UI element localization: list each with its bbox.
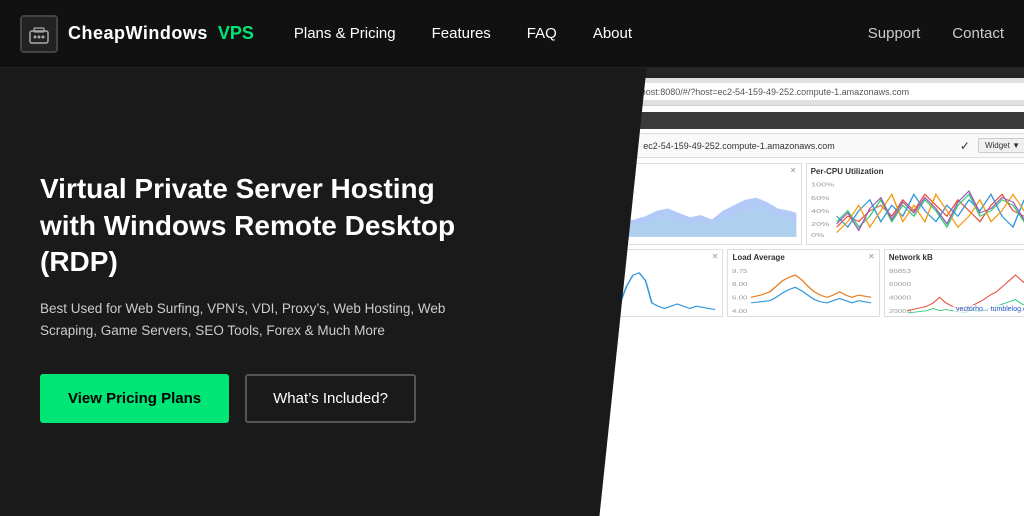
svg-text:80853: 80853 [889,269,911,275]
svg-text:6.00: 6.00 [732,295,748,301]
runnable-chart-close[interactable]: ✕ [712,252,719,261]
load-average-chart-title: Load Average [732,253,874,262]
svg-text:20000: 20000 [889,309,911,314]
logo[interactable]: CheapWindows VPS [20,15,254,53]
svg-text:4.00: 4.00 [732,309,748,314]
hero-section: Virtual Private Server Hostingwith Windo… [0,68,1024,516]
hero-content: Virtual Private Server Hostingwith Windo… [0,68,563,516]
svg-text:60000: 60000 [889,282,911,288]
nav-link-support[interactable]: Support [868,25,921,42]
logo-icon [20,15,58,53]
per-cpu-chart-title: Per-CPU Utilization [811,167,1024,176]
per-cpu-utilization-chart: Per-CPU Utilization ✕ 100% 60% 40% 20% 0… [806,163,1024,245]
svg-text:8.00: 8.00 [732,282,748,288]
hero-buttons: View Pricing Plans What’s Included? [40,374,533,423]
svg-text:100%: 100% [811,182,835,188]
nav-link-contact[interactable]: Contact [952,25,1004,42]
nav-link-plans-pricing[interactable]: Plans & Pricing [294,25,396,42]
svg-text:60%: 60% [811,195,830,201]
bottom-charts-grid: Runnable ✕ 20.00 15.00 10.00 5.00 Load A… [571,249,1024,317]
nav-link-features[interactable]: Features [432,25,491,42]
logo-text-white: CheapWindows [68,23,208,44]
url-text: localhost:8080/#/?host=ec2-54-159-49-252… [622,87,909,97]
nav-links: Plans & Pricing Features FAQ About [294,25,868,42]
view-pricing-button[interactable]: View Pricing Plans [40,374,229,423]
svg-text:40%: 40% [811,208,830,214]
url-bar: localhost:8080/#/?host=ec2-54-159-49-252… [616,83,1024,100]
nav-right: Support Contact [868,25,1004,42]
top-charts-grid: CPU Utilization ✕ 100% 60% 40% 20% 0% [571,163,1024,245]
load-average-chart: Load Average ✕ 9.75 8.00 6.00 4.00 [727,249,879,317]
nav-link-about[interactable]: About [593,25,632,42]
hero-subtitle: Best Used for Web Surfing, VPN’s, VDI, P… [40,298,480,341]
nav-link-faq[interactable]: FAQ [527,25,557,42]
svg-text:9.75: 9.75 [732,269,748,275]
checkmark-icon: ✓ [960,139,970,153]
navbar: CheapWindows VPS Plans & Pricing Features… [0,0,1024,68]
network-kb-chart: Network kB ✕ 80853 60000 40000 20000 [884,249,1024,317]
watermark: vectorho... tumblelog.cc [953,305,1024,314]
widget-button[interactable]: Widget ▼ [978,138,1024,153]
svg-text:20%: 20% [811,221,830,227]
load-average-chart-close[interactable]: ✕ [868,252,875,261]
hostname-value: ec2-54-159-49-252.compute-1.amazonaws.co… [643,141,952,151]
cpu-chart-close[interactable]: ✕ [790,166,797,175]
whats-included-button[interactable]: What’s Included? [245,374,416,423]
svg-text:0%: 0% [811,232,825,238]
logo-text-green: VPS [218,23,254,44]
hero-title: Virtual Private Server Hostingwith Windo… [40,171,533,280]
svg-text:40000: 40000 [889,295,911,301]
network-chart-title: Network kB [889,253,1024,262]
